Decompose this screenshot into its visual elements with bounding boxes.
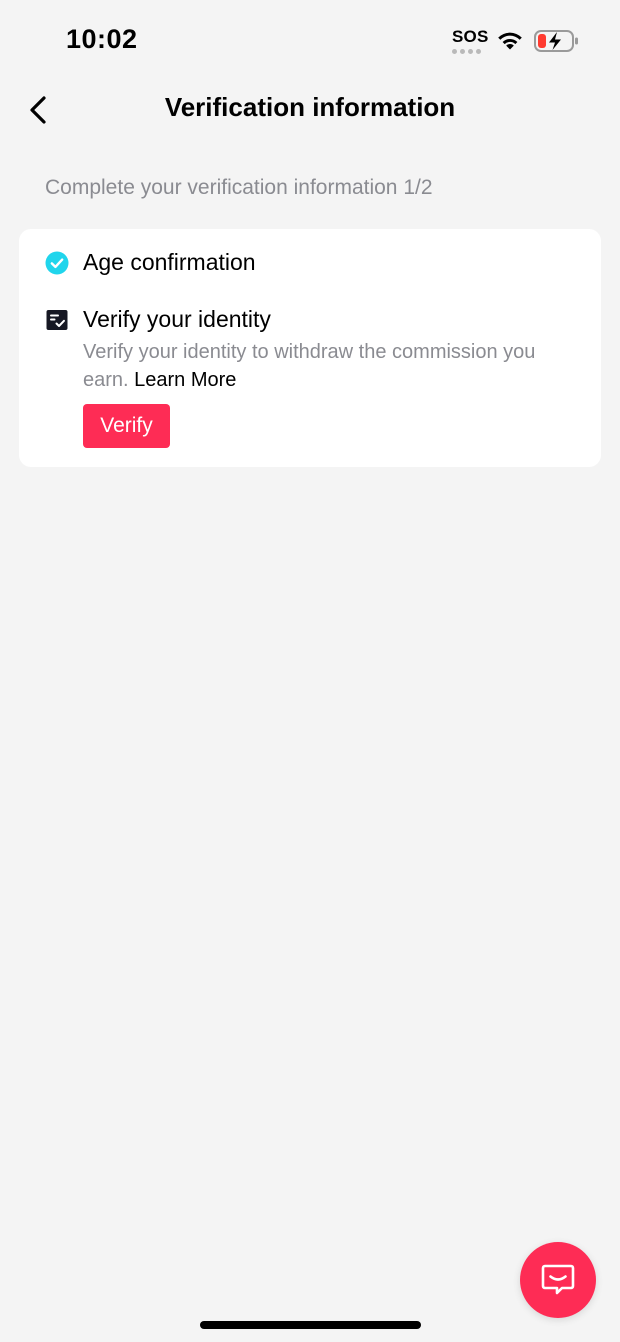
status-bar: 10:02 SOS	[0, 0, 620, 80]
verification-card: Age confirmation Verify your identity Ve…	[19, 229, 601, 467]
chat-button[interactable]	[520, 1242, 596, 1318]
learn-more-link[interactable]: Learn More	[134, 369, 236, 391]
verify-button[interactable]: Verify	[83, 404, 170, 448]
progress-subtitle: Complete your verification information 1…	[45, 176, 433, 199]
sos-indicator: SOS	[452, 27, 489, 58]
id-document-icon	[46, 310, 68, 330]
step-title: Age confirmation	[83, 249, 256, 275]
check-circle-icon	[45, 251, 69, 275]
step-title: Verify your identity	[83, 306, 271, 332]
chat-icon	[541, 1264, 575, 1295]
signal-dots	[452, 49, 486, 54]
step-description: Verify your identity to withdraw the com…	[83, 338, 563, 394]
sos-label: SOS	[452, 27, 489, 46]
status-time: 10:02	[66, 24, 138, 54]
battery-charging-icon	[534, 30, 578, 52]
wifi-icon	[498, 32, 522, 50]
home-indicator[interactable]	[200, 1321, 421, 1329]
page-title: Verification information	[164, 92, 456, 122]
